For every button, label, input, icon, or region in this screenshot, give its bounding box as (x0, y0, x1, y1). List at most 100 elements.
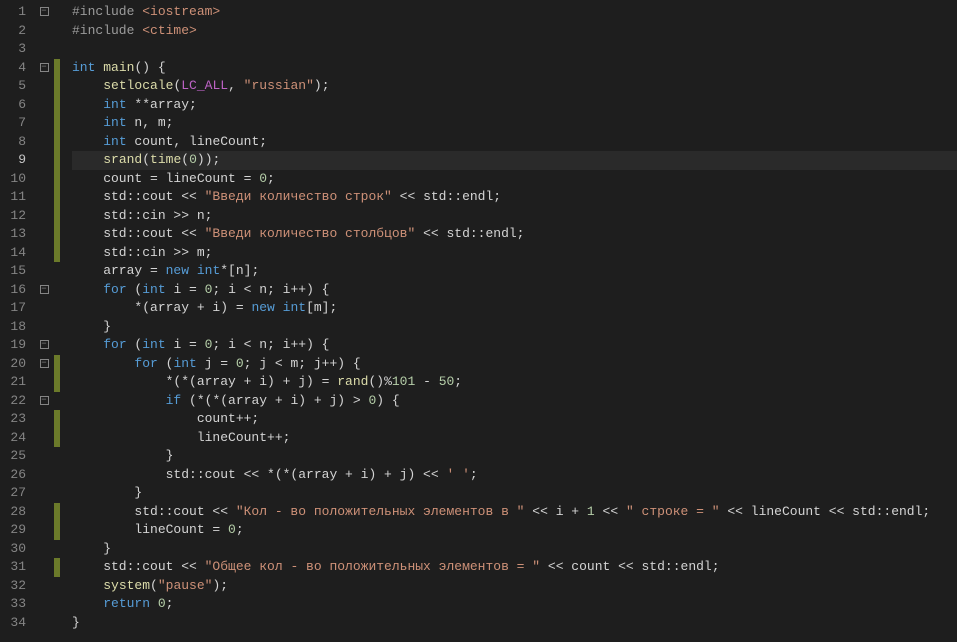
code-line[interactable]: std::cout << "Введи количество столбцов"… (72, 225, 957, 244)
line-number[interactable]: 18 (0, 318, 34, 337)
line-number[interactable]: 10 (0, 170, 34, 189)
code-line[interactable]: array = new int*[n]; (72, 262, 957, 281)
gutter-row: 23 (0, 410, 60, 429)
line-number[interactable]: 13 (0, 225, 34, 244)
gutter-row: 18 (0, 318, 60, 337)
fold-toggle[interactable]: − (34, 392, 54, 411)
fold-toggle[interactable]: − (34, 336, 54, 355)
code-line[interactable]: return 0; (72, 595, 957, 614)
fold-minus-icon[interactable]: − (40, 359, 49, 368)
line-number[interactable]: 14 (0, 244, 34, 263)
line-number[interactable]: 15 (0, 262, 34, 281)
code-line[interactable]: std::cin >> m; (72, 244, 957, 263)
code-line[interactable]: std::cout << "Введи количество строк" <<… (72, 188, 957, 207)
line-number[interactable]: 11 (0, 188, 34, 207)
code-line[interactable]: setlocale(LC_ALL, "russian"); (72, 77, 957, 96)
fold-minus-icon[interactable]: − (40, 7, 49, 16)
line-number[interactable]: 20 (0, 355, 34, 374)
code-line[interactable]: int count, lineCount; (72, 133, 957, 152)
gutter-row: 33 (0, 595, 60, 614)
gutter-row: 26 (0, 466, 60, 485)
code-line[interactable]: int main() { (72, 59, 957, 78)
line-number[interactable]: 31 (0, 558, 34, 577)
gutter-row: 15 (0, 262, 60, 281)
code-line[interactable]: } (72, 614, 957, 633)
fold-minus-icon[interactable]: − (40, 396, 49, 405)
line-number[interactable]: 3 (0, 40, 34, 59)
code-line[interactable]: } (72, 540, 957, 559)
code-line[interactable]: #include <ctime> (72, 22, 957, 41)
line-number[interactable]: 32 (0, 577, 34, 596)
line-number[interactable]: 2 (0, 22, 34, 41)
gutter-row: 17 (0, 299, 60, 318)
gutter-row: 5 (0, 77, 60, 96)
code-area[interactable]: #include <iostream>#include <ctime> int … (60, 0, 957, 642)
line-number[interactable]: 1 (0, 3, 34, 22)
line-number[interactable]: 22 (0, 392, 34, 411)
code-line[interactable]: std::cout << "Кол - во положительных эле… (72, 503, 957, 522)
code-line[interactable]: } (72, 484, 957, 503)
fold-toggle[interactable]: − (34, 355, 54, 374)
line-number[interactable]: 30 (0, 540, 34, 559)
line-number[interactable]: 16 (0, 281, 34, 300)
fold-minus-icon[interactable]: − (40, 63, 49, 72)
line-number[interactable]: 33 (0, 595, 34, 614)
line-number[interactable]: 27 (0, 484, 34, 503)
fold-toggle[interactable]: − (34, 281, 54, 300)
line-number[interactable]: 24 (0, 429, 34, 448)
line-number[interactable]: 23 (0, 410, 34, 429)
code-line[interactable]: int **array; (72, 96, 957, 115)
code-line[interactable]: for (int j = 0; j < m; j++) { (72, 355, 957, 374)
line-number[interactable]: 26 (0, 466, 34, 485)
gutter-row: 8 (0, 133, 60, 152)
gutter-row: 30 (0, 540, 60, 559)
gutter-row: 31 (0, 558, 60, 577)
fold-minus-icon[interactable]: − (40, 285, 49, 294)
gutter-row: 9 (0, 151, 60, 170)
line-number[interactable]: 8 (0, 133, 34, 152)
gutter-row: 27 (0, 484, 60, 503)
code-line[interactable]: lineCount = 0; (72, 521, 957, 540)
line-number[interactable]: 12 (0, 207, 34, 226)
code-line[interactable]: std::cout << *(*(array + i) + j) << ' '; (72, 466, 957, 485)
code-line[interactable]: #include <iostream> (72, 3, 957, 22)
code-line[interactable]: for (int i = 0; i < n; i++) { (72, 281, 957, 300)
line-number[interactable]: 19 (0, 336, 34, 355)
code-editor[interactable]: 1−234−5678910111213141516−171819−20−2122… (0, 0, 957, 642)
gutter-row: 20− (0, 355, 60, 374)
gutter-row: 10 (0, 170, 60, 189)
code-line[interactable]: std::cin >> n; (72, 207, 957, 226)
line-number[interactable]: 6 (0, 96, 34, 115)
code-line[interactable]: *(*(array + i) + j) = rand()%101 - 50; (72, 373, 957, 392)
code-line[interactable] (72, 40, 957, 59)
line-number[interactable]: 9 (0, 151, 34, 170)
line-number[interactable]: 28 (0, 503, 34, 522)
code-line[interactable]: } (72, 447, 957, 466)
line-number[interactable]: 29 (0, 521, 34, 540)
code-line[interactable]: count++; (72, 410, 957, 429)
code-line[interactable]: srand(time(0)); (72, 151, 957, 170)
code-line[interactable]: system("pause"); (72, 577, 957, 596)
line-number[interactable]: 17 (0, 299, 34, 318)
code-line[interactable]: std::cout << "Общее кол - во положительн… (72, 558, 957, 577)
line-number[interactable]: 4 (0, 59, 34, 78)
gutter-row: 4− (0, 59, 60, 78)
fold-minus-icon[interactable]: − (40, 340, 49, 349)
code-line[interactable]: if (*(*(array + i) + j) > 0) { (72, 392, 957, 411)
code-line[interactable]: } (72, 318, 957, 337)
fold-toggle[interactable]: − (34, 3, 54, 22)
code-line[interactable]: *(array + i) = new int[m]; (72, 299, 957, 318)
gutter-row: 12 (0, 207, 60, 226)
code-line[interactable]: for (int i = 0; i < n; i++) { (72, 336, 957, 355)
code-line[interactable]: count = lineCount = 0; (72, 170, 957, 189)
line-number[interactable]: 34 (0, 614, 34, 633)
line-number[interactable]: 5 (0, 77, 34, 96)
gutter-row: 6 (0, 96, 60, 115)
gutter-row: 11 (0, 188, 60, 207)
code-line[interactable]: int n, m; (72, 114, 957, 133)
fold-toggle[interactable]: − (34, 59, 54, 78)
line-number[interactable]: 7 (0, 114, 34, 133)
code-line[interactable]: lineCount++; (72, 429, 957, 448)
line-number[interactable]: 25 (0, 447, 34, 466)
line-number[interactable]: 21 (0, 373, 34, 392)
